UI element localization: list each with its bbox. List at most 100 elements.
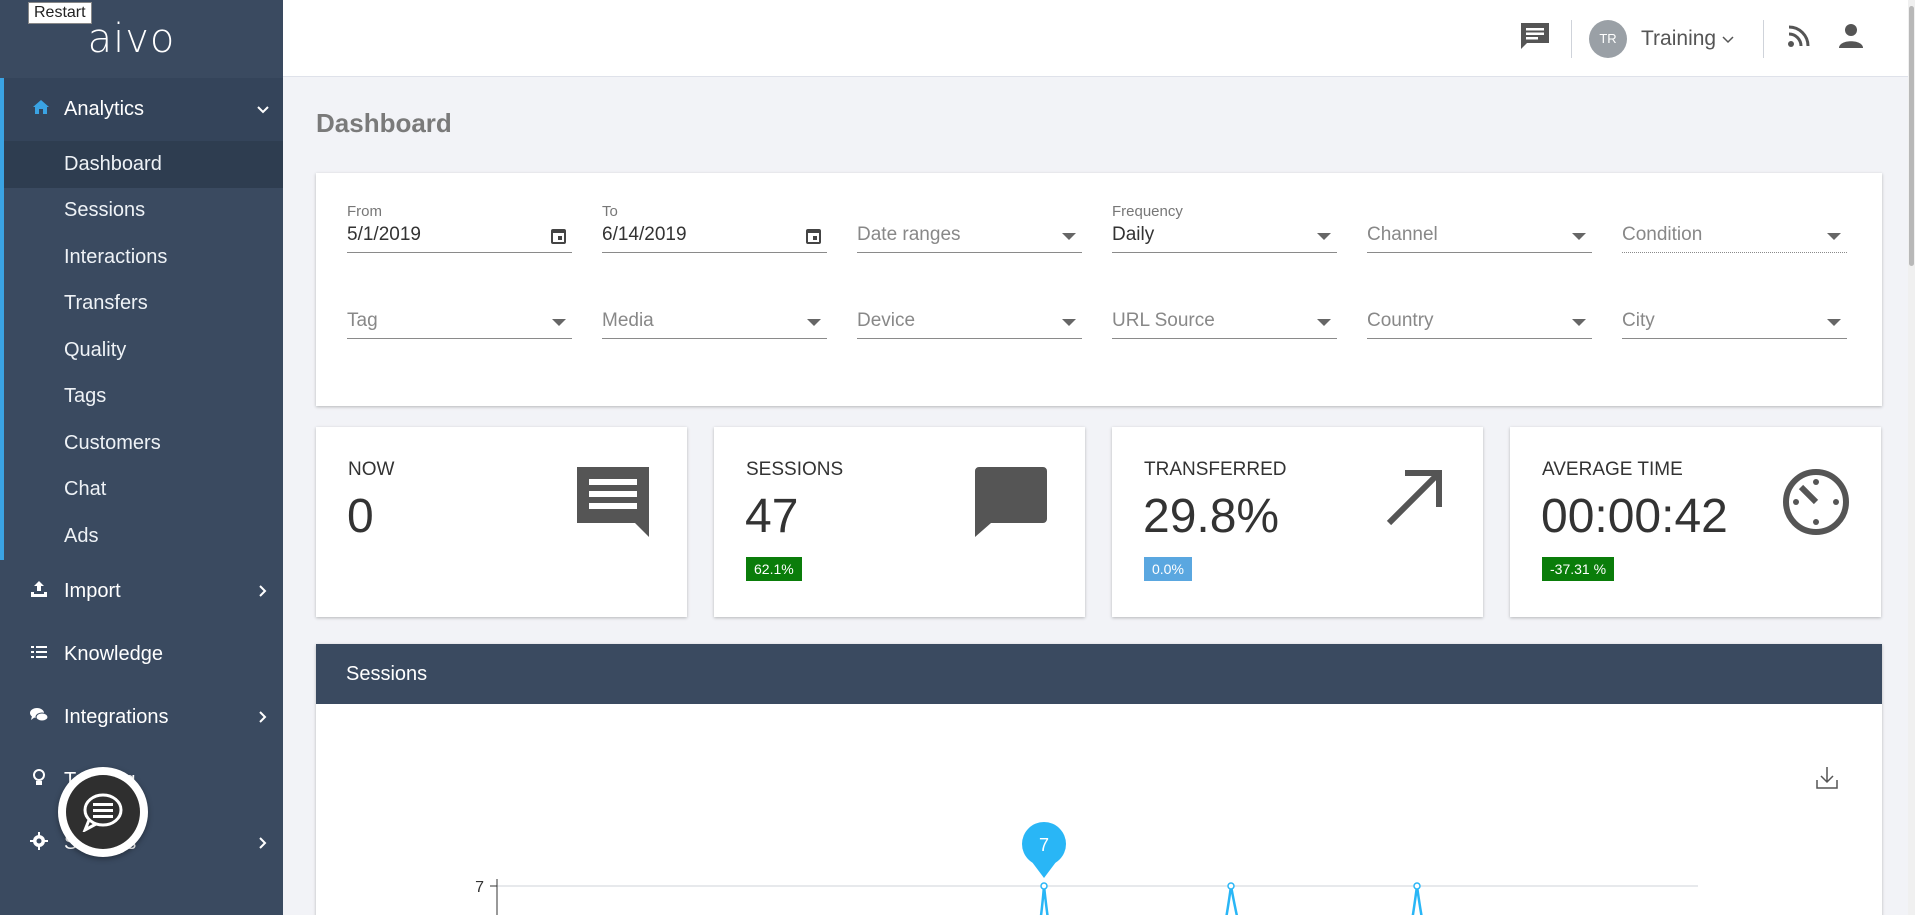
rss-icon xyxy=(1787,24,1811,53)
condition-select[interactable]: Condition xyxy=(1622,203,1847,253)
divider xyxy=(1763,20,1764,58)
user-name: Training xyxy=(1641,27,1716,51)
profile-button[interactable] xyxy=(1838,0,1864,77)
chat-icon xyxy=(973,465,1049,544)
frequency-select[interactable]: Frequency Daily xyxy=(1112,203,1337,253)
sidebar-item-dashboard[interactable]: Dashboard xyxy=(4,141,283,188)
sessions-chart-title: Sessions xyxy=(316,644,1882,704)
filters-panel: From 5/1/2019 To 6/14/2019 Date ranges F… xyxy=(316,173,1882,406)
from-date-field[interactable]: From 5/1/2019 xyxy=(347,203,572,253)
frequency-value: Daily xyxy=(1112,224,1154,246)
channel-select[interactable]: Channel xyxy=(1367,203,1592,253)
dropdown-arrow-icon xyxy=(1317,319,1331,326)
nav-analytics[interactable]: Analytics xyxy=(4,78,283,141)
nav-integrations[interactable]: Integrations xyxy=(0,686,283,749)
stat-card-average-time: AVERAGE TIME 00:00:42 -37.31 % xyxy=(1510,427,1881,617)
chat-launcher-icon xyxy=(66,775,140,849)
dropdown-arrow-icon xyxy=(1572,319,1586,326)
nav-integrations-label: Integrations xyxy=(64,706,243,729)
message-list-icon xyxy=(575,465,651,544)
stat-card-transferred: TRANSFERRED 29.8% 0.0% xyxy=(1112,427,1483,617)
avatar: TR xyxy=(1589,20,1627,58)
sidebar-item-interactions[interactable]: Interactions xyxy=(4,234,283,281)
chevron-right-icon xyxy=(243,706,283,729)
sidebar-item-quality[interactable]: Quality xyxy=(4,327,283,374)
series-line xyxy=(1220,886,1245,915)
dropdown-arrow-icon xyxy=(1317,233,1331,240)
chevron-down-icon xyxy=(243,101,283,119)
knowledge-icon xyxy=(28,644,50,665)
url-source-select[interactable]: URL Source xyxy=(1112,289,1337,339)
city-select[interactable]: City xyxy=(1622,289,1847,339)
logo-text: aivo xyxy=(88,16,176,62)
calendar-icon[interactable] xyxy=(806,229,821,244)
page-title: Dashboard xyxy=(316,108,452,139)
top-bar: TR Training xyxy=(283,0,1915,77)
stat-value: 47 xyxy=(745,489,798,544)
nav-import[interactable]: Import xyxy=(0,560,283,623)
rss-button[interactable] xyxy=(1787,0,1811,77)
stat-value: 00:00:42 xyxy=(1541,489,1728,544)
restart-tooltip: Restart xyxy=(28,2,92,24)
dropdown-arrow-icon xyxy=(1572,233,1586,240)
home-icon xyxy=(30,99,52,120)
dropdown-arrow-icon xyxy=(1827,319,1841,326)
media-select[interactable]: Media xyxy=(602,289,827,339)
dropdown-arrow-icon xyxy=(1827,233,1841,240)
channel-placeholder: Channel xyxy=(1367,224,1438,246)
sidebar-item-tags[interactable]: Tags xyxy=(4,374,283,421)
from-value: 5/1/2019 xyxy=(347,224,421,246)
gear-icon xyxy=(28,832,50,855)
user-menu[interactable]: TR Training xyxy=(1589,0,1734,77)
data-point[interactable] xyxy=(1414,883,1420,889)
tag-select[interactable]: Tag xyxy=(347,289,572,339)
from-label: From xyxy=(347,203,382,220)
stat-value: 29.8% xyxy=(1143,489,1279,544)
sessions-chart: 7 6 7 xyxy=(316,704,1882,915)
series-line xyxy=(1036,886,1053,915)
sessions-chart-card: Sessions 7 6 7 xyxy=(316,644,1882,915)
stat-label: TRANSFERRED xyxy=(1144,459,1287,481)
download-icon[interactable] xyxy=(1817,767,1837,788)
nav-group-analytics: Analytics Dashboard Sessions Interaction… xyxy=(0,78,283,560)
scrollbar-thumb[interactable] xyxy=(1909,6,1914,266)
dropdown-arrow-icon xyxy=(1062,319,1076,326)
tag-placeholder: Tag xyxy=(347,310,378,332)
scrollbar[interactable] xyxy=(1908,0,1915,915)
chart-tooltip-value: 7 xyxy=(1039,835,1049,855)
device-select[interactable]: Device xyxy=(857,289,1082,339)
date-ranges-placeholder: Date ranges xyxy=(857,224,961,246)
stat-value: 0 xyxy=(347,489,374,544)
url-source-placeholder: URL Source xyxy=(1112,310,1215,332)
country-placeholder: Country xyxy=(1367,310,1434,332)
stat-badge: 62.1% xyxy=(746,557,802,581)
chat-launcher-button[interactable] xyxy=(58,767,148,857)
chat-bubbles-icon xyxy=(28,707,50,728)
data-point[interactable] xyxy=(1041,883,1047,889)
dropdown-arrow-icon xyxy=(1062,233,1076,240)
chevron-right-icon xyxy=(243,832,283,855)
nav-knowledge[interactable]: Knowledge xyxy=(0,623,283,686)
sidebar-item-customers[interactable]: Customers xyxy=(4,420,283,467)
to-label: To xyxy=(602,203,618,220)
nav-analytics-label: Analytics xyxy=(64,98,243,121)
sidebar-item-sessions[interactable]: Sessions xyxy=(4,188,283,235)
series-line xyxy=(1407,886,1428,915)
sidebar-item-ads[interactable]: Ads xyxy=(4,513,283,560)
data-point[interactable] xyxy=(1228,883,1234,889)
calendar-icon[interactable] xyxy=(551,229,566,244)
to-date-field[interactable]: To 6/14/2019 xyxy=(602,203,827,253)
country-select[interactable]: Country xyxy=(1367,289,1592,339)
sidebar-item-transfers[interactable]: Transfers xyxy=(4,281,283,328)
stat-badge: -37.31 % xyxy=(1542,557,1614,581)
sidebar-item-chat[interactable]: Chat xyxy=(4,467,283,514)
upload-icon xyxy=(28,580,50,603)
date-ranges-select[interactable]: Date ranges xyxy=(857,203,1082,253)
chevron-right-icon xyxy=(243,580,283,603)
messages-button[interactable] xyxy=(1519,0,1551,77)
y-tick-label: 7 xyxy=(475,879,484,896)
stat-badge: 0.0% xyxy=(1144,557,1192,581)
media-placeholder: Media xyxy=(602,310,654,332)
stat-label: AVERAGE TIME xyxy=(1542,459,1683,481)
city-placeholder: City xyxy=(1622,310,1655,332)
